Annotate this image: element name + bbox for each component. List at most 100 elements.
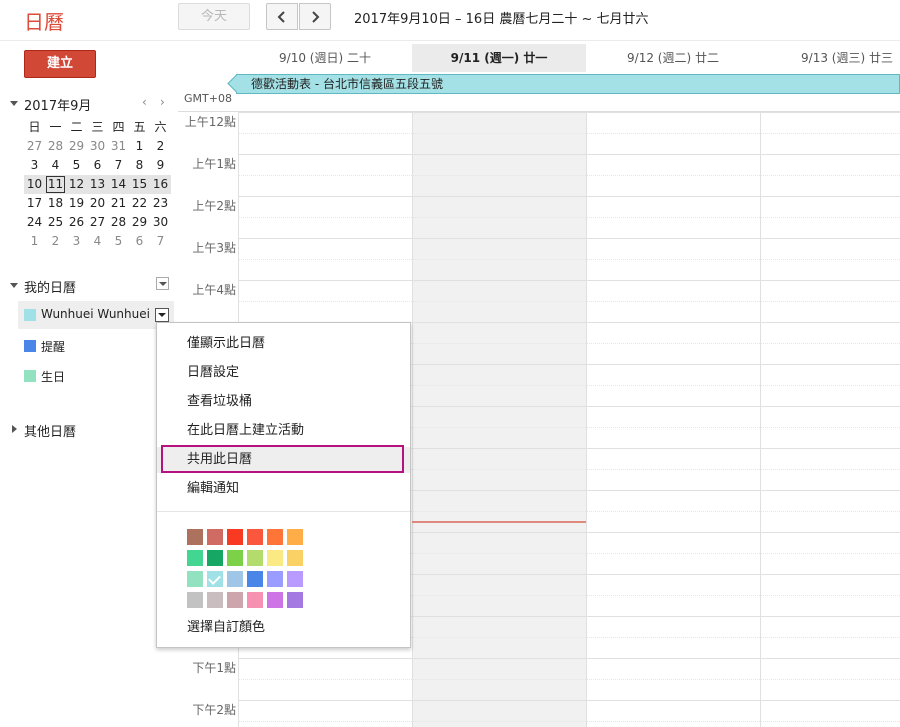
mini-day[interactable]: 30 (150, 213, 171, 232)
mini-day[interactable]: 12 (66, 175, 87, 194)
color-swatch[interactable] (227, 550, 243, 566)
mini-calendar-title[interactable]: 2017年9月 (24, 95, 91, 114)
color-swatch[interactable] (207, 550, 223, 566)
color-swatch[interactable] (267, 550, 283, 566)
color-swatch[interactable] (267, 529, 283, 545)
color-swatch[interactable] (187, 550, 203, 566)
day-header[interactable]: 9/12 (週二) 廿二 (586, 44, 760, 72)
calendar-item-wunhuei[interactable]: Wunhuei Wunhuei (18, 301, 174, 329)
mini-day[interactable]: 6 (87, 156, 108, 175)
menu-item-show-only-this[interactable]: 僅顯示此日曆 (157, 331, 410, 357)
mini-day[interactable]: 5 (66, 156, 87, 175)
color-swatch[interactable] (187, 529, 203, 545)
mini-day[interactable]: 21 (108, 194, 129, 213)
mini-day[interactable]: 6 (129, 232, 150, 251)
day-header[interactable]: 9/10 (週日) 二十 (238, 44, 412, 72)
day-header[interactable]: 9/13 (週三) 廿三 (760, 44, 900, 72)
menu-item-custom-color[interactable]: 選擇自訂顏色 (157, 615, 410, 641)
color-swatch[interactable] (287, 592, 303, 608)
hour-label: 上午1點 (192, 157, 236, 171)
color-swatch[interactable] (227, 571, 243, 587)
today-button[interactable]: 今天 (178, 3, 250, 30)
mini-day[interactable]: 22 (129, 194, 150, 213)
mini-day[interactable]: 28 (45, 137, 66, 156)
color-swatch[interactable] (287, 550, 303, 566)
app-logo[interactable]: 日曆 (24, 6, 64, 35)
mini-day[interactable]: 29 (129, 213, 150, 232)
mini-day[interactable]: 17 (24, 194, 45, 213)
calendar-item-birthdays[interactable]: 生日 (18, 362, 174, 390)
color-swatch[interactable] (247, 592, 263, 608)
menu-item-create-event[interactable]: 在此日曆上建立活動 (157, 418, 410, 444)
color-swatch[interactable] (247, 571, 263, 587)
color-swatch[interactable] (227, 529, 243, 545)
mini-day[interactable]: 15 (129, 175, 150, 194)
mini-day[interactable]: 14 (108, 175, 129, 194)
expand-arrow-icon (10, 283, 18, 288)
mini-day[interactable]: 26 (66, 213, 87, 232)
mini-day[interactable]: 4 (45, 156, 66, 175)
hour-line (238, 238, 900, 239)
hour-label: 上午3點 (192, 241, 236, 255)
calendar-menu-dropdown-icon[interactable] (155, 308, 169, 322)
mini-day[interactable]: 5 (108, 232, 129, 251)
mini-prev-month-icon[interactable]: ‹ (142, 95, 147, 109)
create-event-button[interactable]: 建立 (24, 50, 96, 78)
mini-day[interactable]: 20 (87, 194, 108, 213)
mini-day[interactable]: 2 (150, 137, 171, 156)
mini-day[interactable]: 25 (45, 213, 66, 232)
color-swatch-selected-check-icon[interactable] (207, 571, 223, 587)
mini-day[interactable]: 30 (87, 137, 108, 156)
mini-day[interactable]: 1 (24, 232, 45, 251)
menu-item-calendar-settings[interactable]: 日曆設定 (157, 360, 410, 386)
mini-day-today[interactable]: 11 (45, 175, 66, 194)
mini-day[interactable]: 3 (24, 156, 45, 175)
mini-day[interactable]: 13 (87, 175, 108, 194)
mini-day[interactable]: 29 (66, 137, 87, 156)
color-swatch[interactable] (207, 529, 223, 545)
menu-item-edit-notifications[interactable]: 編輯通知 (157, 476, 410, 502)
all-day-event[interactable]: 德歡活動表 - 台北市信義區五段五號 (236, 74, 900, 94)
color-swatch[interactable] (267, 571, 283, 587)
color-swatch[interactable] (267, 592, 283, 608)
mini-next-month-icon[interactable]: › (160, 95, 165, 109)
menu-item-share-calendar[interactable]: 共用此日曆 (157, 445, 410, 473)
mini-day[interactable]: 31 (108, 137, 129, 156)
expand-arrow-icon (12, 425, 17, 433)
mini-day[interactable]: 9 (150, 156, 171, 175)
mini-day[interactable]: 16 (150, 175, 171, 194)
mini-day[interactable]: 24 (24, 213, 45, 232)
mini-day[interactable]: 8 (129, 156, 150, 175)
color-swatch[interactable] (287, 571, 303, 587)
chevron-right-icon (312, 10, 320, 23)
mini-day[interactable]: 28 (108, 213, 129, 232)
mini-day[interactable]: 7 (150, 232, 171, 251)
mini-day[interactable]: 19 (66, 194, 87, 213)
my-calendars-menu-icon[interactable] (156, 277, 169, 290)
mini-day[interactable]: 18 (45, 194, 66, 213)
mini-day[interactable]: 2 (45, 232, 66, 251)
color-swatch[interactable] (187, 592, 203, 608)
previous-week-button[interactable] (266, 3, 298, 30)
calendar-item-reminders[interactable]: 提醒 (18, 332, 174, 360)
mini-day[interactable]: 7 (108, 156, 129, 175)
next-week-button[interactable] (299, 3, 331, 30)
mini-day[interactable]: 10 (24, 175, 45, 194)
color-swatch[interactable] (207, 592, 223, 608)
collapse-arrow-icon[interactable] (10, 101, 18, 106)
color-swatch[interactable] (247, 529, 263, 545)
mini-day[interactable]: 3 (66, 232, 87, 251)
mini-day[interactable]: 1 (129, 137, 150, 156)
day-header-today[interactable]: 9/11 (週一) 廿一 (412, 44, 586, 72)
mini-day[interactable]: 4 (87, 232, 108, 251)
mini-day[interactable]: 27 (24, 137, 45, 156)
color-swatch[interactable] (227, 592, 243, 608)
color-swatch[interactable] (247, 550, 263, 566)
mini-day[interactable]: 27 (87, 213, 108, 232)
color-swatch[interactable] (287, 529, 303, 545)
weekday-label: 一 (49, 120, 62, 134)
mini-day[interactable]: 23 (150, 194, 171, 213)
color-swatch[interactable] (187, 571, 203, 587)
mini-week-row: 3 4 5 6 7 8 9 (24, 156, 171, 175)
menu-item-view-trash[interactable]: 查看垃圾桶 (157, 389, 410, 415)
